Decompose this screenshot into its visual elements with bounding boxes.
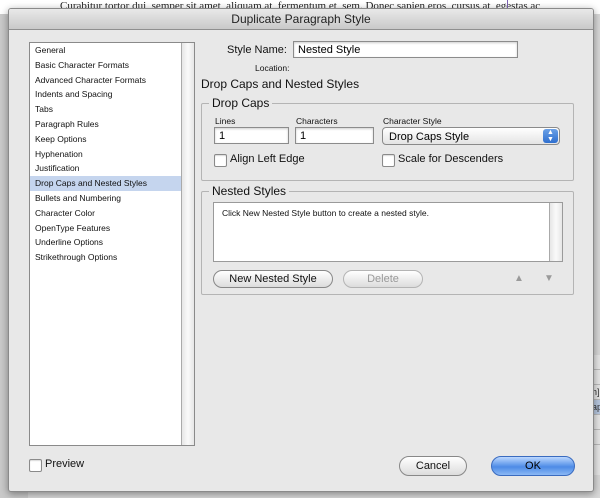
category-item[interactable]: Basic Character Formats [30, 58, 194, 73]
category-item[interactable]: General [30, 43, 194, 58]
category-items: General Basic Character Formats Advanced C… [30, 43, 194, 265]
category-item[interactable]: Keep Options [30, 132, 194, 147]
characters-label: Characters [296, 116, 338, 126]
category-item[interactable]: Hyphenation [30, 147, 194, 162]
select-arrows-icon: ▲ ▼ [543, 129, 558, 143]
category-item[interactable]: Advanced Character Formats [30, 73, 194, 88]
category-scrollbar[interactable] [181, 43, 194, 445]
lines-input[interactable]: 1 [214, 127, 289, 144]
category-item[interactable]: Underline Options [30, 235, 194, 250]
nested-styles-list[interactable]: Click New Nested Style button to create … [213, 202, 563, 262]
move-up-icon[interactable]: ▲ [511, 271, 527, 287]
scale-for-descenders-label: Scale for Descenders [398, 153, 504, 165]
ok-button[interactable]: OK [491, 456, 575, 476]
delete-button[interactable]: Delete [343, 270, 423, 288]
category-item[interactable]: OpenType Features [30, 221, 194, 236]
new-nested-style-button[interactable]: New Nested Style [213, 270, 333, 288]
style-name-input[interactable]: Nested Style [293, 41, 518, 58]
dialog-title: Duplicate Paragraph Style [9, 9, 593, 30]
move-down-icon[interactable]: ▼ [541, 271, 557, 287]
category-item[interactable]: Character Color [30, 206, 194, 221]
character-style-value: Drop Caps Style [389, 131, 470, 143]
category-item[interactable]: Indents and Spacing [30, 87, 194, 102]
category-list[interactable]: General Basic Character Formats Advanced C… [29, 42, 195, 446]
category-item[interactable]: Paragraph Rules [30, 117, 194, 132]
category-item[interactable]: Justification [30, 161, 194, 176]
preview-checkbox[interactable] [29, 459, 42, 472]
character-style-label: Character Style [383, 116, 442, 126]
style-name-label: Style Name: [227, 44, 287, 56]
category-item[interactable]: Bullets and Numbering [30, 191, 194, 206]
align-left-edge-checkbox[interactable] [214, 154, 227, 167]
location-label: Location: [255, 63, 290, 73]
section-title: Drop Caps and Nested Styles [201, 77, 360, 91]
cancel-button[interactable]: Cancel [399, 456, 467, 476]
nested-styles-empty-message: Click New Nested Style button to create … [222, 208, 429, 218]
category-item[interactable]: Strikethrough Options [30, 250, 194, 265]
category-item[interactable]: Drop Caps and Nested Styles [30, 176, 194, 191]
characters-input[interactable]: 1 [295, 127, 374, 144]
lines-label: Lines [215, 116, 236, 126]
character-style-select[interactable]: Drop Caps Style ▲ ▼ [382, 127, 560, 145]
nested-styles-scrollbar[interactable] [549, 203, 562, 261]
duplicate-paragraph-style-dialog: Duplicate Paragraph Style General Basic C… [8, 8, 594, 492]
align-left-edge-label: Align Left Edge [230, 153, 305, 165]
scale-for-descenders-checkbox[interactable] [382, 154, 395, 167]
drop-caps-title: Drop Caps [209, 96, 273, 110]
nested-styles-title: Nested Styles [209, 184, 290, 198]
preview-label: Preview [45, 458, 85, 470]
category-item[interactable]: Tabs [30, 102, 194, 117]
